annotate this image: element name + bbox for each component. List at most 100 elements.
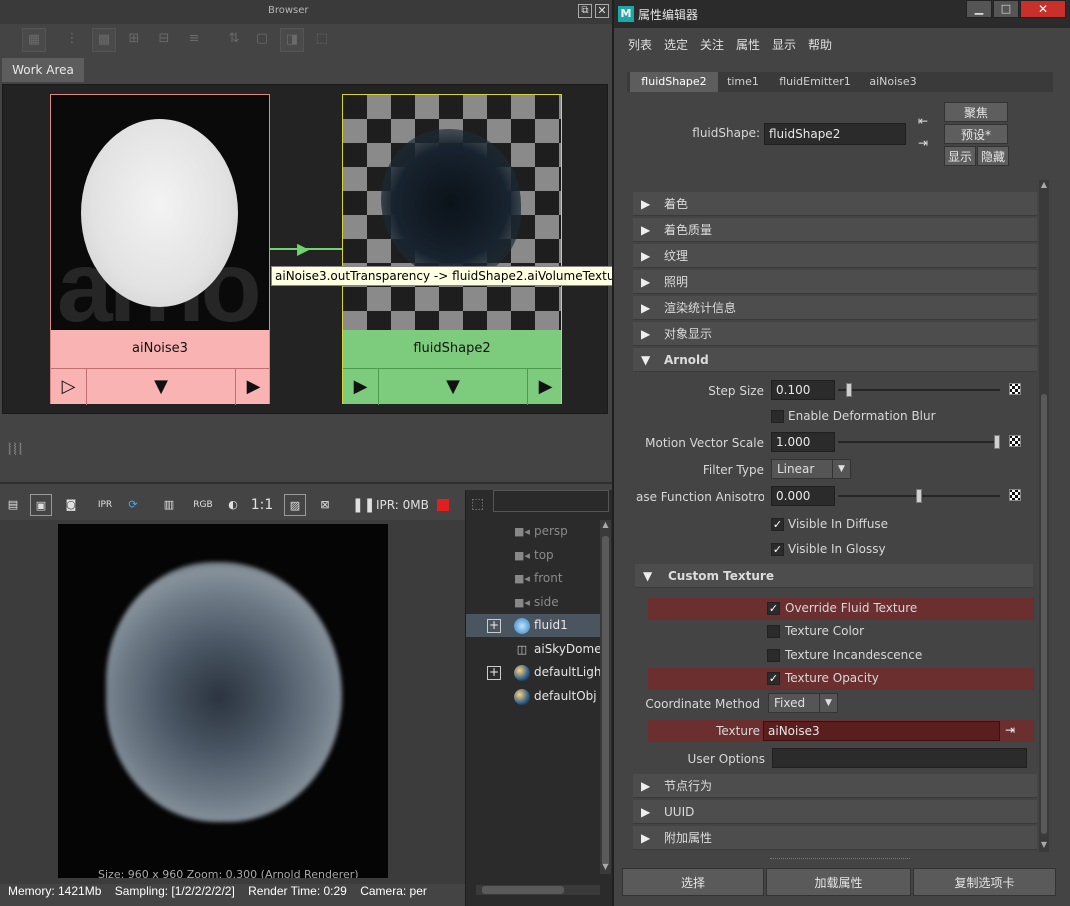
motion-vector-handle[interactable]: [994, 435, 1000, 449]
outliner-item[interactable]: defaultObj: [466, 685, 601, 708]
scroll-down-icon[interactable]: ▼: [1039, 840, 1049, 850]
ipr-render-icon[interactable]: IPR: [94, 494, 116, 516]
texture-opacity-checkbox[interactable]: ✓: [767, 672, 780, 685]
zoom-ratio[interactable]: 1:1: [250, 494, 274, 516]
step-size-slider[interactable]: [838, 389, 1000, 391]
section-collapsed[interactable]: ▶ 渲染统计信息: [633, 296, 1037, 320]
scroll-up-icon[interactable]: ▲: [1039, 180, 1049, 190]
outliner-item[interactable]: ■◂ top: [466, 544, 601, 567]
input-connection-icon[interactable]: ⇤: [918, 114, 928, 128]
preset-button[interactable]: 预设*: [944, 124, 1008, 144]
tab-work-area[interactable]: Work Area: [2, 58, 84, 82]
restore-icon[interactable]: ⧉: [578, 4, 592, 18]
section-collapsed[interactable]: ▶ 着色: [633, 192, 1037, 216]
stop-icon[interactable]: [437, 499, 449, 511]
hscroll-thumb[interactable]: [482, 886, 564, 894]
outliner-item[interactable]: ■◂ side: [466, 591, 601, 614]
map-icon[interactable]: [1009, 435, 1021, 447]
visible-glossy-checkbox[interactable]: ✓: [771, 543, 784, 556]
expand-arrow-icon[interactable]: ▼: [379, 369, 527, 405]
hide-button[interactable]: 隐藏: [977, 146, 1009, 166]
outliner-item[interactable]: + fluid1: [466, 614, 601, 637]
graph-icon[interactable]: ▦: [22, 28, 46, 52]
section-collapsed[interactable]: ▶ 对象显示: [633, 322, 1037, 346]
expand-icon[interactable]: +: [487, 666, 501, 680]
load-attributes-button[interactable]: 加载属性: [766, 868, 911, 896]
section-collapsed[interactable]: ▶ 纹理: [633, 244, 1037, 268]
outliner-item[interactable]: ◫ aiSkyDome: [466, 638, 602, 661]
resize-grip[interactable]: [770, 858, 910, 859]
phase-anisotropy-field[interactable]: 0.000: [771, 486, 835, 506]
tab-time1[interactable]: time1: [720, 72, 766, 92]
scroll-up-icon[interactable]: ▲: [600, 520, 611, 532]
menu-item[interactable]: 帮助: [808, 36, 832, 53]
selection-icon[interactable]: ⬚: [310, 28, 334, 52]
section-collapsed[interactable]: ▶ 着色质量: [633, 218, 1037, 242]
scroll-down-icon[interactable]: ▼: [600, 862, 611, 874]
expand-arrow-icon[interactable]: ▼: [87, 369, 235, 405]
texture-connection-icon[interactable]: ⇥: [1005, 723, 1015, 737]
user-options-field[interactable]: [772, 748, 1027, 768]
close-icon[interactable]: ✕: [595, 4, 609, 18]
render-icon[interactable]: ▤: [2, 494, 24, 516]
node-ainoise3[interactable]: arno aiNoise3 ▷ ▼ ▶: [50, 94, 271, 405]
shelf-handle-icon[interactable]: ⦚⦚⦚: [8, 440, 24, 460]
focus-button[interactable]: 聚焦: [944, 102, 1008, 122]
outliner-vscroll[interactable]: ▲ ▼: [600, 520, 611, 874]
motion-vector-field[interactable]: 1.000: [771, 432, 835, 452]
expand-icon[interactable]: +: [487, 619, 501, 633]
copy-tab-button[interactable]: 复制选项卡: [913, 868, 1056, 896]
scroll-thumb[interactable]: [1041, 394, 1047, 834]
menu-item[interactable]: 列表: [628, 36, 652, 53]
section-arnold[interactable]: ▼ Arnold: [633, 348, 1037, 372]
layout-icon[interactable]: ⋮: [60, 28, 84, 52]
motion-vector-slider[interactable]: [838, 441, 1000, 443]
menu-item[interactable]: 属性: [736, 36, 760, 53]
outliner-search-input[interactable]: [493, 490, 609, 512]
attr-editor-vscroll[interactable]: ▲ ▼: [1039, 180, 1049, 852]
output-port-icon[interactable]: ▶: [235, 369, 271, 405]
close-window-icon[interactable]: ✕: [1020, 0, 1066, 18]
remove-image-icon[interactable]: ⊠: [314, 494, 336, 516]
tab-ainoise3[interactable]: aiNoise3: [863, 72, 923, 92]
outliner-item[interactable]: ■◂ persp: [466, 520, 601, 543]
step-size-handle[interactable]: [845, 383, 852, 397]
snapshot-icon[interactable]: ◙: [60, 494, 82, 516]
render-settings-icon[interactable]: ▥: [158, 494, 180, 516]
node-fluidshape2[interactable]: fluidShape2 ▶ ▼ ▶: [342, 94, 563, 405]
menu-item[interactable]: 显示: [772, 36, 796, 53]
output-connection-icon[interactable]: ⇥: [918, 136, 928, 150]
map-icon[interactable]: [1009, 489, 1021, 501]
texture-field[interactable]: aiNoise3: [763, 721, 1000, 741]
filter-type-dropdown[interactable]: Linear ▼: [771, 459, 851, 479]
menu-item[interactable]: 选定: [664, 36, 688, 53]
phase-anisotropy-handle[interactable]: [916, 489, 922, 503]
work-area-canvas[interactable]: arno aiNoise3 ▷ ▼ ▶ ▶ fluidShape2 ▶ ▼ ▶: [2, 84, 608, 414]
alpha-icon[interactable]: ◐: [222, 494, 244, 516]
input-port-icon[interactable]: ▶: [343, 369, 379, 405]
panel-divider[interactable]: [0, 482, 612, 484]
tab-fluidemitter1[interactable]: fluidEmitter1: [769, 72, 861, 92]
layer-icon[interactable]: ◨: [280, 28, 304, 52]
fluidshape-name-field[interactable]: fluidShape2: [764, 123, 906, 145]
section-collapsed[interactable]: ▶ UUID: [633, 800, 1037, 824]
outliner-item[interactable]: ■◂ front: [466, 567, 601, 590]
output-port-icon[interactable]: ▶: [527, 369, 563, 405]
frame-icon[interactable]: ▢: [250, 28, 274, 52]
grid-icon[interactable]: ▩: [92, 28, 116, 52]
show-button[interactable]: 显示: [944, 146, 976, 166]
texture-incandescence-checkbox[interactable]: [767, 649, 780, 662]
input-port-icon[interactable]: ▷: [51, 369, 87, 405]
outliner-filter-icon[interactable]: ⬚: [471, 496, 484, 512]
tab-fluidshape2[interactable]: fluidShape2: [630, 72, 718, 92]
select-button[interactable]: 选择: [622, 868, 764, 896]
filter-icon[interactable]: ⇅: [222, 28, 246, 52]
deformation-blur-checkbox[interactable]: [771, 410, 784, 423]
outliner-item[interactable]: + defaultLigh: [466, 661, 601, 684]
arrange-icon[interactable]: ⊞: [122, 28, 146, 52]
texture-color-checkbox[interactable]: [767, 625, 780, 638]
coordinate-method-dropdown[interactable]: Fixed ▼: [768, 693, 838, 713]
section-collapsed[interactable]: ▶ 照明: [633, 270, 1037, 294]
menu-item[interactable]: 关注: [700, 36, 724, 53]
map-icon[interactable]: [1009, 383, 1021, 395]
